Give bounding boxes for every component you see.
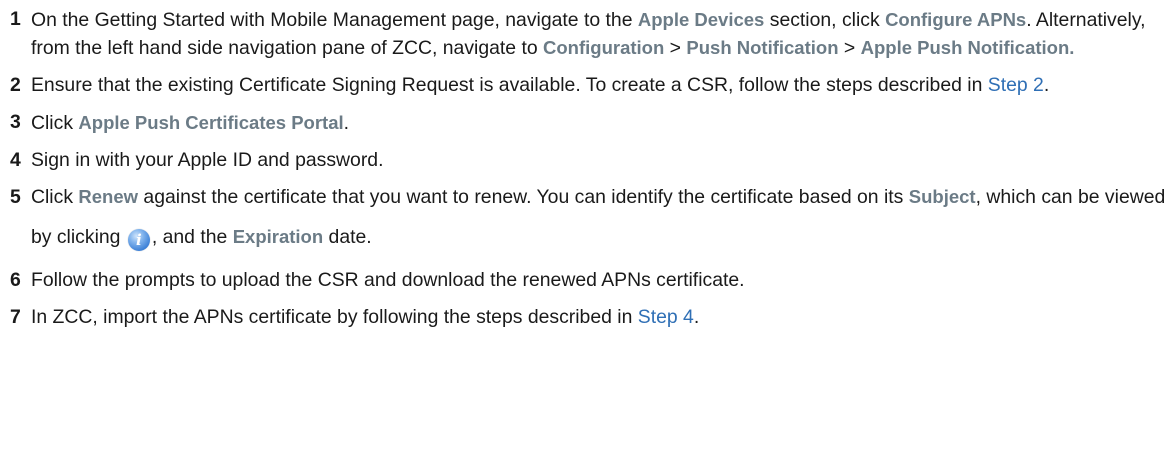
step-text-run: date. (323, 226, 372, 248)
ui-term-subject: Subject (908, 186, 976, 207)
step-text-run: . (1043, 74, 1050, 96)
step-text-run: Click (31, 186, 79, 208)
ui-term-apple-push-notification: Apple Push Notification. (860, 37, 1075, 58)
step-text-run: . (693, 306, 700, 328)
step-4-link[interactable]: Step 4 (638, 306, 694, 328)
step-2-link[interactable]: Step 2 (988, 74, 1044, 96)
info-icon: i (127, 229, 150, 251)
path-separator: > (664, 37, 687, 59)
step-text-run: , and the (151, 226, 233, 248)
path-separator: > (838, 37, 861, 59)
step-number: 1 (10, 8, 21, 30)
step-text-run: . (343, 112, 350, 134)
step-3: 3 Click Apple Push Certificates Portal. (10, 109, 1175, 137)
step-4: 4 Sign in with your Apple ID and passwor… (10, 147, 1175, 174)
ui-term-configuration: Configuration (543, 37, 665, 58)
step-number: 6 (10, 269, 21, 291)
step-text: Follow the prompts to upload the CSR and… (31, 269, 745, 291)
step-text: Ensure that the existing Certificate Sig… (31, 72, 1175, 99)
step-text: On the Getting Started with Mobile Manag… (31, 6, 1175, 62)
step-number: 4 (10, 149, 21, 171)
step-text-run: Click (31, 112, 79, 134)
step-7: 7 In ZCC, import the APNs certificate by… (10, 304, 1175, 331)
ui-term-renew: Renew (78, 186, 139, 207)
step-text: Sign in with your Apple ID and password. (31, 149, 384, 171)
step-number: 7 (10, 306, 21, 328)
step-6: 6 Follow the prompts to upload the CSR a… (10, 267, 1175, 294)
step-text-run: Ensure that the existing Certificate Sig… (31, 74, 988, 96)
step-text-run: In ZCC, import the APNs certificate by f… (31, 306, 638, 328)
step-text-run: section, click (764, 9, 886, 31)
ui-term-apple-devices: Apple Devices (637, 9, 765, 30)
ui-term-push-notification: Push Notification (686, 37, 839, 58)
step-text: In ZCC, import the APNs certificate by f… (31, 304, 1175, 331)
ui-term-apple-push-certificates-portal: Apple Push Certificates Portal (78, 112, 344, 133)
ui-term-configure-apns: Configure APNs (885, 9, 1027, 30)
step-1: 1 On the Getting Started with Mobile Man… (10, 6, 1175, 62)
step-text: Click Renew against the certificate that… (31, 177, 1175, 257)
step-2: 2 Ensure that the existing Certificate S… (10, 72, 1175, 99)
step-5: 5 Click Renew against the certificate th… (10, 184, 1175, 257)
step-number: 2 (10, 74, 21, 96)
ui-term-expiration: Expiration (232, 226, 324, 247)
step-text: Click Apple Push Certificates Portal. (31, 109, 1175, 137)
step-number: 3 (10, 111, 21, 133)
procedure-steps: 1 On the Getting Started with Mobile Man… (0, 0, 1175, 331)
step-number: 5 (10, 186, 21, 208)
step-text-run: On the Getting Started with Mobile Manag… (31, 9, 638, 31)
step-text-run: against the certificate that you want to… (138, 186, 909, 208)
